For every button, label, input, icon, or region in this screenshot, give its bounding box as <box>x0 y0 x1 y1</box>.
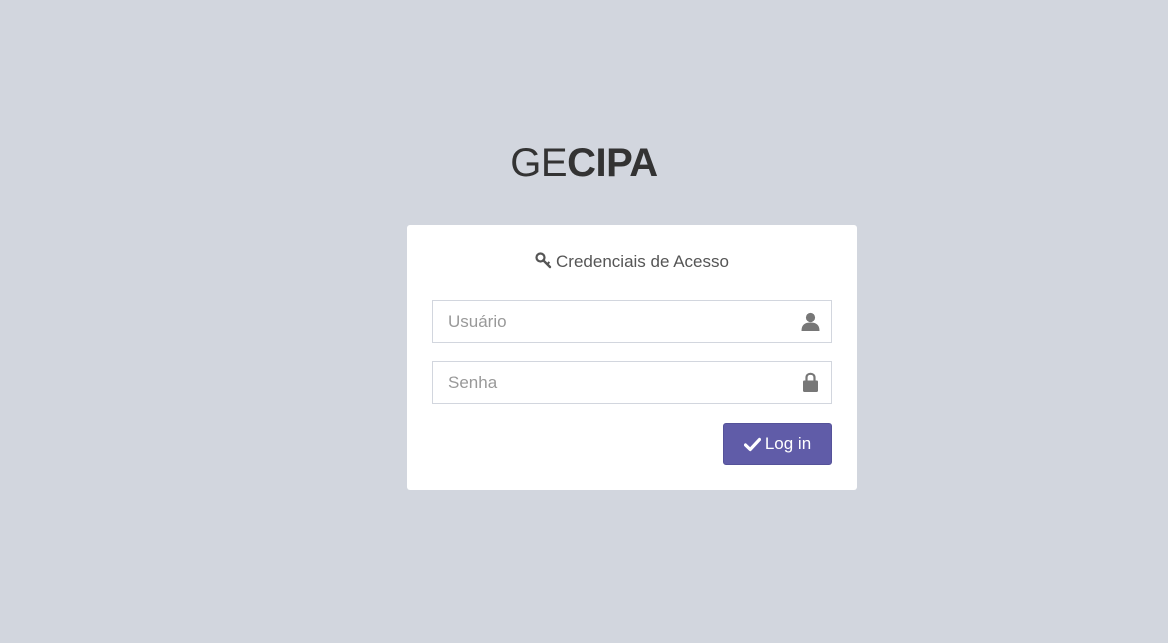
login-box: Credenciais de Acesso Log in <box>407 225 857 490</box>
logo-light-text: GE <box>510 141 568 185</box>
lock-icon <box>800 372 821 393</box>
username-field[interactable] <box>432 300 832 343</box>
user-icon <box>800 311 821 332</box>
logo-bold-text: CIPA <box>567 141 658 185</box>
login-box-title-text: Credenciais de Acesso <box>556 252 729 271</box>
app-logo[interactable]: GECIPA <box>0 138 1168 188</box>
username-input[interactable] <box>433 301 831 342</box>
key-icon <box>535 252 552 275</box>
login-button[interactable]: Log in <box>723 423 832 465</box>
login-box-title: Credenciais de Acesso <box>407 251 857 275</box>
login-button-label: Log in <box>764 434 812 453</box>
password-input[interactable] <box>433 362 831 403</box>
password-field[interactable] <box>432 361 832 404</box>
check-icon <box>743 436 761 453</box>
